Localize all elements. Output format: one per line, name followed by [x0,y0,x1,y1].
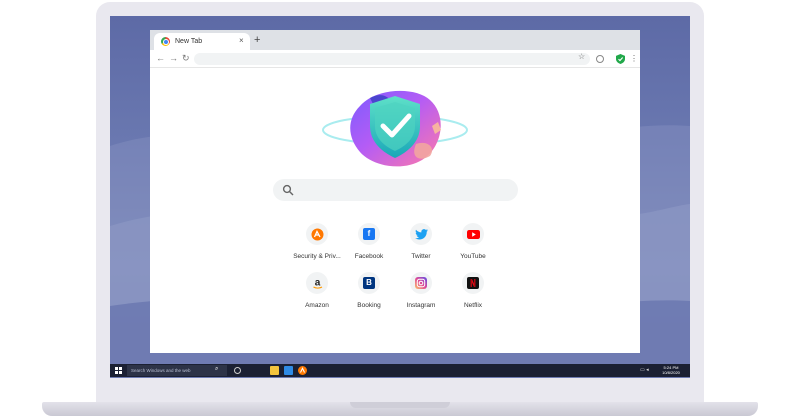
windows-taskbar: Search Windows and the web ⌕ ▭ ◂ 5:24 PM… [110,364,690,377]
youtube-icon [466,229,480,239]
browser-toolbar: ← → ↻ ☆ ⋮ [150,50,640,68]
shortcut-icon-wrapper [410,223,432,245]
shortcut-label: YouTube [460,253,486,260]
tab-title: New Tab [175,38,203,45]
shortcut-icon-wrapper [462,272,484,294]
globe-icon[interactable] [596,55,604,63]
menu-icon[interactable]: ⋮ [630,53,638,64]
shortcut-icon-wrapper [462,223,484,245]
instagram-icon [415,277,427,289]
taskbar-search-field[interactable]: Search Windows and the web ⌕ [127,365,227,376]
taskbar-search-placeholder: Search Windows and the web [131,368,191,373]
tab-new-tab[interactable]: New Tab × [154,33,250,50]
twitter-icon [414,228,428,240]
tab-strip: New Tab × + [150,30,640,50]
tab-close-icon[interactable]: × [239,36,244,46]
avast-taskbar-icon[interactable] [298,366,307,375]
amazon-icon: a [312,277,322,289]
svg-text:a: a [314,277,320,288]
task-view-icon[interactable] [234,367,241,374]
address-bar[interactable] [194,53,590,65]
file-explorer-icon[interactable] [270,366,279,375]
search-icon [282,184,294,196]
browser-window: New Tab × + ← → ↻ ☆ ⋮ Security & Priv...… [150,30,640,353]
reload-icon[interactable]: ↻ [182,53,190,64]
system-tray-icons[interactable]: ▭ ◂ [640,367,649,374]
shortcut-tile-netflix[interactable]: Netflix [443,272,503,314]
chrome-icon [161,37,170,46]
bookmark-star-icon[interactable]: ☆ [578,52,585,62]
shortcut-tile-youtube[interactable]: YouTube [443,223,503,265]
store-icon[interactable] [284,366,293,375]
shortcut-icon-wrapper [306,223,328,245]
shortcut-icon-wrapper: B [358,272,380,294]
avast-icon [311,228,323,240]
facebook-icon: f [363,228,375,240]
forward-icon[interactable]: → [169,53,178,64]
laptop-notch [350,402,450,408]
back-icon[interactable]: ← [156,53,165,64]
netflix-icon [467,277,479,289]
shield-extension-icon[interactable] [616,54,625,64]
booking-icon: B [363,277,375,289]
shortcut-icon-wrapper: f [358,223,380,245]
search-box[interactable] [273,179,518,201]
shortcut-icon-wrapper [410,272,432,294]
security-shield-illustration [322,90,468,167]
windows-start-icon[interactable] [115,367,122,374]
new-tab-button[interactable]: + [254,34,260,46]
search-icon[interactable]: ⌕ [215,365,218,374]
shortcut-label: Netflix [463,302,483,309]
taskbar-clock[interactable]: 5:24 PM 10/8/2020 [658,365,684,375]
clock-date: 10/8/2020 [662,370,680,375]
shortcut-icon-wrapper: a [306,272,328,294]
